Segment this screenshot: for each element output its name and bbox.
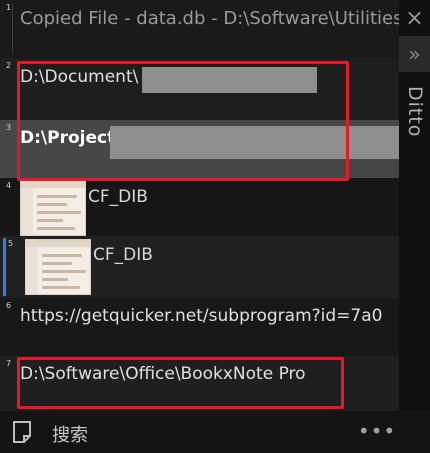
clip-index: 1 (6, 3, 12, 12)
clip-item-selected[interactable]: 3 D:\Projects (0, 120, 399, 178)
ditto-window: 1 Copied File - data.db - D:\Software\Ut… (0, 0, 430, 453)
clip-index: 6 (6, 301, 12, 310)
image-thumbnail (20, 180, 86, 236)
redaction-block (142, 67, 317, 93)
clip-list[interactable]: 1 Copied File - data.db - D:\Software\Ut… (0, 0, 399, 411)
close-icon[interactable]: × (399, 0, 430, 36)
clip-text: D:\Document\ (20, 67, 139, 87)
clip-text: Copied File - data.db - D:\Software\Util… (20, 8, 399, 29)
clip-format-label: CF_DIB (88, 187, 148, 207)
image-thumbnail (25, 239, 91, 295)
clip-item[interactable]: 6 https://getquicker.net/subprogram?id=7… (0, 298, 399, 356)
app-brand-label: Ditto (404, 86, 426, 138)
note-icon[interactable] (12, 420, 32, 444)
row-divider (12, 4, 13, 54)
redaction-block (110, 126, 399, 159)
clip-index: 3 (6, 123, 12, 132)
clip-text: https://getquicker.net/subprogram?id=7a0 (20, 306, 383, 326)
clip-text: D:\Software\Office\BookxNote Pro (20, 364, 306, 384)
clip-format-label: CF_DIB (93, 245, 153, 265)
search-label[interactable]: 搜索 (52, 421, 88, 447)
expand-icon[interactable]: » (399, 36, 430, 72)
bottom-bar: 搜索 ••• (0, 411, 430, 453)
side-bar: × » Ditto (399, 0, 430, 411)
clip-index: 4 (6, 181, 12, 190)
more-options-icon[interactable]: ••• (358, 417, 395, 445)
clip-item[interactable]: 7 D:\Software\Office\BookxNote Pro (0, 356, 399, 411)
clip-item[interactable]: 1 Copied File - data.db - D:\Software\Ut… (0, 0, 399, 58)
clip-index: 2 (6, 61, 12, 70)
clip-item[interactable]: 4 CF_DIB (0, 178, 399, 236)
current-clip-indicator (3, 238, 6, 296)
clip-item[interactable]: 2 D:\Document\ (0, 58, 399, 120)
clip-index: 7 (6, 359, 12, 368)
clip-item[interactable]: 5 CF_DIB (0, 236, 399, 298)
clip-index: 5 (8, 239, 14, 248)
